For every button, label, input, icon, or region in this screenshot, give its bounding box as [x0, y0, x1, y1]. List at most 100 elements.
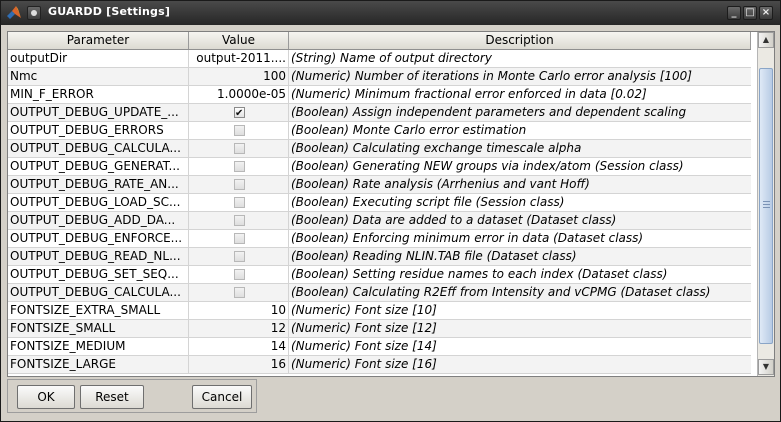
parameter-cell: OUTPUT_DEBUG_READ_NL... [8, 248, 189, 265]
settings-table: Parameter Value Description outputDir out… [7, 31, 775, 377]
table-row[interactable]: OUTPUT_DEBUG_READ_NL... (Boolean) Reading… [8, 248, 751, 266]
table-row[interactable]: FONTSIZE_MEDIUM 14 (Numeric) Font size [14… [8, 338, 751, 356]
close-icon[interactable]: × [759, 6, 773, 20]
table-row[interactable]: Nmc 100 (Numeric) Number of iterations in … [8, 68, 751, 86]
value-cell[interactable] [189, 284, 289, 301]
unchecked-checkbox[interactable] [234, 143, 245, 154]
value-cell[interactable] [189, 194, 289, 211]
window-menu-icon[interactable] [27, 6, 41, 20]
table-row[interactable]: FONTSIZE_EXTRA_SMALL 10 (Numeric) Font siz… [8, 302, 751, 320]
description-cell: (Boolean) Calculating exchange timescale… [291, 141, 582, 155]
description-cell: (Boolean) Rate analysis (Arrhenius and v… [291, 177, 590, 191]
description-cell: (Numeric) Font size [16] [291, 357, 437, 371]
parameter-cell: OUTPUT_DEBUG_ADD_DA... [8, 212, 189, 229]
value-cell[interactable] [189, 122, 289, 139]
unchecked-checkbox[interactable] [234, 269, 245, 280]
parameter-cell: FONTSIZE_EXTRA_SMALL [8, 302, 189, 319]
parameter-cell: outputDir [8, 50, 189, 67]
scroll-thumb[interactable] [759, 68, 773, 344]
description-cell: (Numeric) Minimum fractional error enfor… [291, 87, 647, 101]
maximize-icon[interactable]: □ [743, 6, 757, 20]
ok-button[interactable]: OK [17, 385, 75, 409]
table-row[interactable]: OUTPUT_DEBUG_RATE_AN... (Boolean) Rate an… [8, 176, 751, 194]
table-row[interactable]: FONTSIZE_LARGE 16 (Numeric) Font size [16] [8, 356, 751, 374]
description-cell: (Boolean) Reading NLIN.TAB file (Dataset… [291, 249, 577, 263]
description-cell: (Boolean) Setting residue names to each … [291, 267, 668, 281]
matlab-logo-icon [7, 6, 21, 19]
window-title: GUARDD [Settings] [48, 5, 171, 18]
reset-button[interactable]: Reset [80, 385, 144, 409]
parameter-cell: OUTPUT_DEBUG_ENFORCE... [8, 230, 189, 247]
vertical-scrollbar[interactable]: ▲ ▼ [757, 32, 774, 376]
parameter-cell: MIN_F_ERROR [8, 86, 189, 103]
description-cell: (Boolean) Executing script file (Session… [291, 195, 565, 209]
title-bar[interactable]: GUARDD [Settings] _ □ × [1, 1, 780, 25]
grip-icon [763, 201, 770, 209]
unchecked-checkbox[interactable] [234, 125, 245, 136]
table-row[interactable]: OUTPUT_DEBUG_CALCULA... (Boolean) Calcula… [8, 284, 751, 302]
table-row[interactable]: OUTPUT_DEBUG_ADD_DA... (Boolean) Data are… [8, 212, 751, 230]
value-cell[interactable] [189, 176, 289, 193]
unchecked-checkbox[interactable] [234, 161, 245, 172]
button-bar: OK Reset Cancel [7, 379, 257, 413]
unchecked-checkbox[interactable] [234, 179, 245, 190]
description-cell: (Boolean) Generating NEW groups via inde… [291, 159, 684, 173]
parameter-cell: FONTSIZE_SMALL [8, 320, 189, 337]
table-header: Parameter Value Description [8, 32, 751, 50]
column-header-description[interactable]: Description [289, 32, 751, 49]
value-cell[interactable] [189, 212, 289, 229]
parameter-cell: OUTPUT_DEBUG_LOAD_SC... [8, 194, 189, 211]
table-row[interactable]: MIN_F_ERROR 1.0000e-05 (Numeric) Minimum f… [8, 86, 751, 104]
column-header-value[interactable]: Value [189, 32, 289, 49]
unchecked-checkbox[interactable] [234, 233, 245, 244]
table-row[interactable]: OUTPUT_DEBUG_CALCULA... (Boolean) Calcula… [8, 140, 751, 158]
table-row[interactable]: FONTSIZE_SMALL 12 (Numeric) Font size [12] [8, 320, 751, 338]
table-row[interactable]: OUTPUT_DEBUG_ENFORCE... (Boolean) Enforci… [8, 230, 751, 248]
value-cell[interactable]: 100 [189, 68, 289, 85]
checked-checkbox[interactable] [234, 105, 245, 121]
parameter-cell: Nmc [8, 68, 189, 85]
scroll-down-icon[interactable]: ▼ [758, 359, 774, 375]
table-row[interactable]: OUTPUT_DEBUG_LOAD_SC... (Boolean) Executi… [8, 194, 751, 212]
description-cell: (String) Name of output directory [291, 51, 492, 65]
description-cell: (Boolean) Monte Carlo error estimation [291, 123, 527, 137]
value-cell[interactable] [189, 230, 289, 247]
value-cell[interactable]: 12 [189, 320, 289, 337]
value-cell[interactable] [189, 266, 289, 283]
table-row[interactable]: OUTPUT_DEBUG_UPDATE_... (Boolean) Assign … [8, 104, 751, 122]
parameter-cell: FONTSIZE_MEDIUM [8, 338, 189, 355]
description-cell: (Numeric) Font size [10] [291, 303, 437, 317]
description-cell: (Boolean) Calculating R2Eff from Intensi… [291, 285, 711, 299]
value-cell[interactable] [189, 248, 289, 265]
value-cell[interactable]: 14 [189, 338, 289, 355]
value-cell[interactable]: 10 [189, 302, 289, 319]
table-row[interactable]: OUTPUT_DEBUG_ERRORS (Boolean) Monte Carlo… [8, 122, 751, 140]
parameter-cell: OUTPUT_DEBUG_RATE_AN... [8, 176, 189, 193]
cancel-button[interactable]: Cancel [192, 385, 252, 409]
description-cell: (Boolean) Enforcing minimum error in dat… [291, 231, 644, 245]
unchecked-checkbox[interactable] [234, 215, 245, 226]
value-cell[interactable]: 16 [189, 356, 289, 373]
table-row[interactable]: OUTPUT_DEBUG_GENERAT... (Boolean) Generat… [8, 158, 751, 176]
value-cell[interactable] [189, 104, 289, 121]
parameter-cell: OUTPUT_DEBUG_GENERAT... [8, 158, 189, 175]
settings-window: GUARDD [Settings] _ □ × Parameter Value … [0, 0, 781, 422]
unchecked-checkbox[interactable] [234, 197, 245, 208]
parameter-cell: OUTPUT_DEBUG_UPDATE_... [8, 104, 189, 121]
parameter-cell: OUTPUT_DEBUG_CALCULA... [8, 140, 189, 157]
parameter-cell: OUTPUT_DEBUG_SET_SEQ... [8, 266, 189, 283]
value-cell[interactable]: 1.0000e-05 [189, 86, 289, 103]
value-cell[interactable] [189, 140, 289, 157]
description-cell: (Numeric) Font size [14] [291, 339, 437, 353]
value-cell[interactable]: output-2011.... [189, 50, 289, 67]
column-header-parameter[interactable]: Parameter [8, 32, 189, 49]
parameter-cell: OUTPUT_DEBUG_ERRORS [8, 122, 189, 139]
scroll-up-icon[interactable]: ▲ [758, 32, 774, 48]
value-cell[interactable] [189, 158, 289, 175]
minimize-icon[interactable]: _ [727, 6, 741, 20]
table-row[interactable]: outputDir output-2011.... (String) Name of… [8, 50, 751, 68]
table-row[interactable]: OUTPUT_DEBUG_SET_SEQ... (Boolean) Setting… [8, 266, 751, 284]
unchecked-checkbox[interactable] [234, 287, 245, 298]
parameter-cell: OUTPUT_DEBUG_CALCULA... [8, 284, 189, 301]
unchecked-checkbox[interactable] [234, 251, 245, 262]
